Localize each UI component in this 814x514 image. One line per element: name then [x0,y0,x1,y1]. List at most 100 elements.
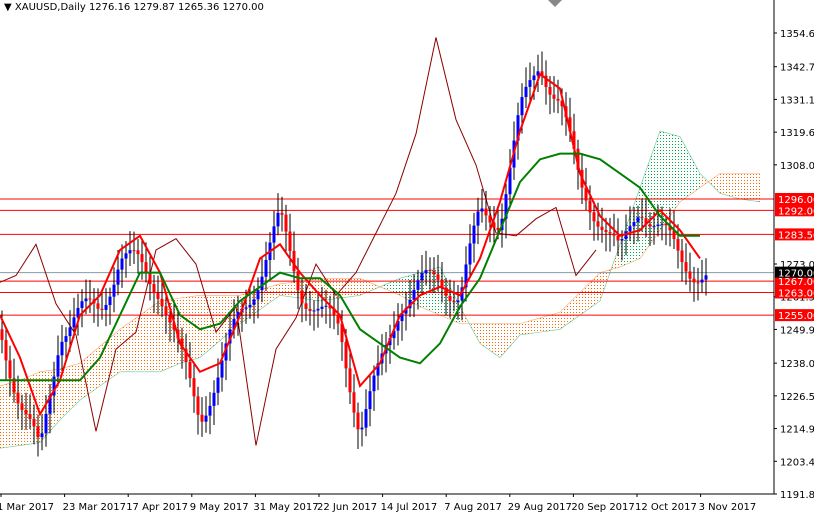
x-tick-label: 20 Sep 2017 [571,502,634,513]
candle-body [684,262,688,272]
candle-body [364,409,368,428]
candle-body [96,303,100,309]
ichimoku-cloud-segment [140,300,160,372]
candle [292,231,296,283]
candle-body [248,304,252,308]
candle [364,389,368,437]
x-tick-label: 14 Jul 2017 [381,502,438,513]
candle [472,212,476,263]
candle [212,380,216,425]
candle-body [216,377,220,393]
candle-body [208,405,212,416]
candle-body [8,360,12,379]
candle-body [304,303,308,309]
y-tick-label: 1319.60 [780,128,814,139]
candle-body [296,271,300,291]
candle [92,288,96,323]
symbol-label: XAUUSD,Daily [14,2,86,13]
candle-body [468,243,472,265]
y-tick-label: 1238.05 [780,359,814,370]
candle [492,206,496,245]
candle-body [448,295,452,301]
candle [272,210,276,260]
candle-body [264,260,268,277]
candle [108,287,112,325]
candle-body [692,278,696,283]
y-tick-label: 1354.60 [780,29,814,40]
candle-body [348,368,352,393]
dropdown-icon[interactable]: ▼ [4,2,12,13]
y-tick-label: 1191.85 [780,490,814,501]
y-tick-label: 1331.15 [780,95,814,106]
candle [136,239,140,274]
candle-body [612,233,616,236]
kijun-sen-line [0,152,700,382]
candle [192,361,196,413]
candle-body [156,293,160,299]
candle-body [120,258,124,270]
candle [76,293,80,336]
candle-body [204,415,208,422]
candle-body [200,414,204,422]
candle-body [552,94,556,99]
candle-body [128,250,132,254]
candle-body [344,342,348,369]
candle [700,259,704,293]
candle-body [520,97,524,116]
candle-body [428,270,432,272]
candle-body [196,396,200,415]
candle [196,386,200,435]
candle-body [360,427,364,430]
candle-body [456,300,460,303]
candle-body [476,211,480,226]
candle [680,239,684,282]
current-price-label: 1270.00 [778,269,814,280]
candle-body [632,222,636,227]
price-chart[interactable]: 1354.601342.701331.151319.601308.051273.… [0,0,814,514]
candle-body [164,306,168,316]
candle-body [436,274,440,280]
candle-body [452,300,456,303]
candle [400,303,404,341]
candle-body [104,304,108,310]
chart-window[interactable]: 1354.601342.701331.151319.601308.051273.… [0,0,814,514]
ichimoku-cloud-segment [740,173,760,202]
x-tick-label: 3 Nov 2017 [699,502,757,513]
candle-body [308,308,312,311]
candle [676,224,680,269]
candle-body [300,290,304,304]
candle-body [604,229,608,233]
candle-body [192,378,196,397]
candle-body [592,212,596,222]
candle [536,54,540,92]
candle-body [548,86,552,95]
x-tick-label: 22 Jun 2017 [317,502,377,513]
candle-body [320,306,324,309]
candle-body [640,217,644,219]
price-axis-bg [774,0,814,514]
candle-body [124,253,128,259]
candle-body [600,226,604,230]
ichimoku-cloud-segment [680,136,700,202]
candle-body [44,413,48,434]
candle-body [36,426,40,438]
candle-body [688,271,692,279]
candle-body [412,289,416,300]
candle-body [136,250,140,255]
candle [488,205,492,243]
level-price-label: 1263.00 [778,288,814,299]
y-tick-label: 1308.05 [780,161,814,172]
candle-body [72,317,76,328]
candle-body [0,329,4,340]
candle [600,207,604,243]
candle-body [680,250,684,263]
candle-body [144,262,148,274]
candle-body [88,298,92,300]
level-price-label: 1283.50 [778,230,814,241]
candle-body [152,284,156,294]
candle [296,257,300,310]
candle [128,231,132,267]
candle [464,246,468,302]
x-tick-label: 17 Apr 2017 [126,502,188,513]
candle-body [356,412,360,430]
